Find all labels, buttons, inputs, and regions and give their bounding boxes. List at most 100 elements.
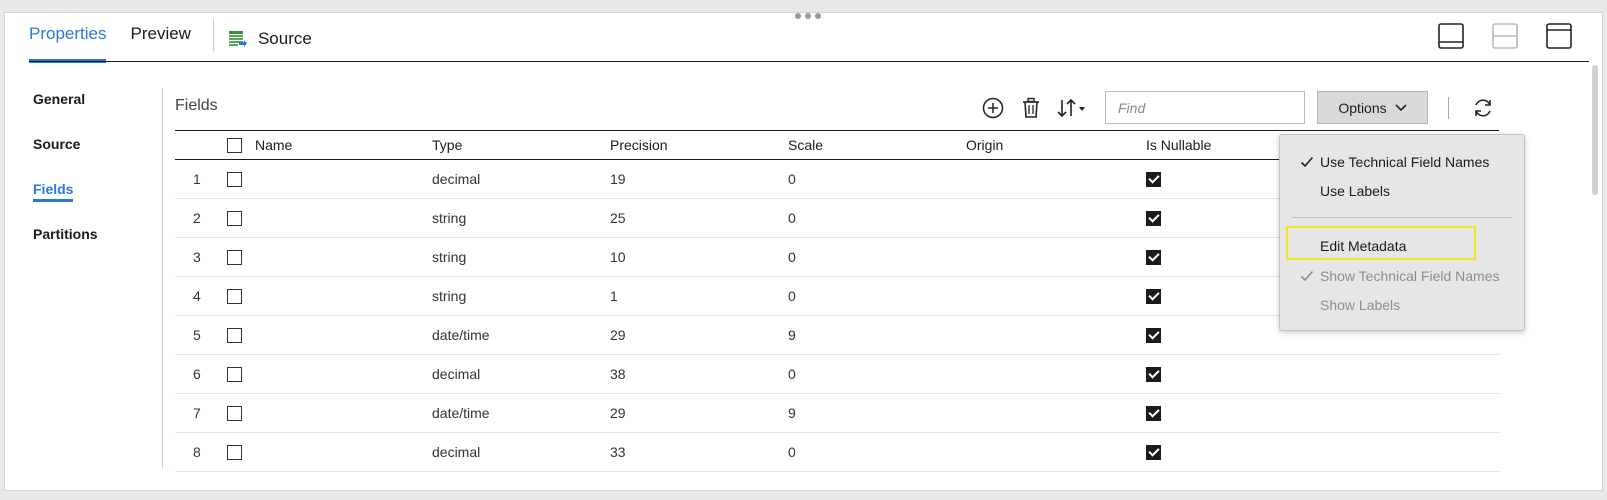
nullable-checkbox[interactable] bbox=[1146, 210, 1161, 226]
trash-icon bbox=[1023, 97, 1039, 118]
table-row[interactable]: 8 decimal 33 0 bbox=[175, 433, 1499, 472]
cell-scale[interactable]: 9 bbox=[788, 327, 966, 343]
cell-precision[interactable]: 29 bbox=[610, 327, 788, 343]
nav-partitions[interactable]: Partitions bbox=[33, 226, 98, 271]
table-row[interactable]: 6 decimal 38 0 bbox=[175, 355, 1499, 394]
layout-bottom-icon[interactable] bbox=[1438, 23, 1464, 49]
cell-precision[interactable]: 25 bbox=[610, 210, 788, 226]
options-menu: Use Technical Field Names Use Labels Edi… bbox=[1279, 134, 1525, 331]
cell-precision[interactable]: 29 bbox=[610, 405, 788, 421]
cell-type[interactable]: string bbox=[432, 210, 610, 226]
tab-source[interactable]: Source bbox=[228, 15, 312, 63]
nav-general[interactable]: General bbox=[33, 91, 98, 136]
resize-grip[interactable] bbox=[795, 13, 821, 19]
cell-scale[interactable]: 0 bbox=[788, 288, 966, 304]
header-divider bbox=[29, 61, 1589, 62]
menu-show-technical-field-names: Show Technical Field Names bbox=[1320, 268, 1500, 284]
menu-use-labels[interactable]: Use Labels bbox=[1320, 180, 1390, 202]
refresh-button[interactable] bbox=[1469, 94, 1497, 122]
row-checkbox[interactable] bbox=[227, 405, 242, 421]
col-nullable[interactable]: Is Nullable bbox=[1144, 137, 1294, 153]
nav-fields[interactable]: Fields bbox=[33, 181, 98, 226]
cell-precision[interactable]: 38 bbox=[610, 366, 788, 382]
cell-scale[interactable]: 0 bbox=[788, 249, 966, 265]
check-icon bbox=[1300, 156, 1314, 168]
cell-type[interactable]: decimal bbox=[432, 366, 610, 382]
section-title: Fields bbox=[175, 97, 218, 114]
tab-source-label: Source bbox=[257, 29, 312, 48]
row-checkbox[interactable] bbox=[227, 444, 242, 460]
nullable-checkbox[interactable] bbox=[1146, 366, 1161, 382]
select-all-checkbox[interactable] bbox=[227, 137, 242, 153]
tab-divider bbox=[212, 19, 214, 51]
tab-properties[interactable]: Properties bbox=[29, 15, 107, 63]
table-row[interactable]: 7 date/time 29 9 bbox=[175, 394, 1499, 433]
properties-panel: Properties Preview Source General Source… bbox=[4, 12, 1603, 491]
layout-maximize-icon[interactable] bbox=[1546, 23, 1572, 49]
row-checkbox[interactable] bbox=[227, 249, 242, 265]
layout-controls bbox=[1438, 23, 1572, 49]
chevron-down-icon bbox=[1395, 103, 1407, 111]
cell-type[interactable]: string bbox=[432, 288, 610, 304]
row-number: 4 bbox=[193, 288, 201, 304]
row-number: 5 bbox=[193, 327, 201, 343]
row-number: 1 bbox=[193, 171, 201, 187]
tab-preview[interactable]: Preview bbox=[130, 15, 190, 63]
menu-use-technical-field-names[interactable]: Use Technical Field Names bbox=[1320, 151, 1489, 173]
col-scale[interactable]: Scale bbox=[788, 137, 966, 153]
row-checkbox[interactable] bbox=[227, 171, 242, 187]
col-precision[interactable]: Precision bbox=[610, 137, 788, 153]
cell-precision[interactable]: 19 bbox=[610, 171, 788, 187]
nullable-checkbox[interactable] bbox=[1146, 249, 1161, 265]
sort-button[interactable] bbox=[1055, 94, 1089, 122]
fields-toolbar: Options bbox=[979, 91, 1507, 124]
cell-scale[interactable]: 0 bbox=[788, 366, 966, 382]
menu-show-labels: Show Labels bbox=[1320, 297, 1401, 313]
row-number: 2 bbox=[193, 210, 201, 226]
cell-type[interactable]: date/time bbox=[432, 405, 610, 421]
cell-precision[interactable]: 33 bbox=[610, 444, 788, 460]
nullable-checkbox[interactable] bbox=[1146, 444, 1161, 460]
cell-precision[interactable]: 1 bbox=[610, 288, 788, 304]
row-number: 6 bbox=[193, 366, 201, 382]
col-origin[interactable]: Origin bbox=[966, 137, 1144, 153]
layout-split-icon bbox=[1492, 23, 1518, 49]
cell-type[interactable]: date/time bbox=[432, 327, 610, 343]
col-type[interactable]: Type bbox=[432, 137, 610, 153]
row-checkbox[interactable] bbox=[227, 288, 242, 304]
nav-divider bbox=[162, 88, 163, 468]
cell-type[interactable]: decimal bbox=[432, 444, 610, 460]
options-button[interactable]: Options bbox=[1317, 91, 1428, 124]
cell-scale[interactable]: 0 bbox=[788, 210, 966, 226]
header-tabs: Properties Preview Source bbox=[29, 13, 312, 63]
menu-divider bbox=[1292, 217, 1512, 218]
row-checkbox[interactable] bbox=[227, 327, 242, 343]
col-name[interactable]: Name bbox=[255, 137, 432, 153]
check-icon-disabled bbox=[1300, 270, 1314, 282]
refresh-icon bbox=[1475, 98, 1491, 117]
cell-type[interactable]: decimal bbox=[432, 171, 610, 187]
nullable-checkbox[interactable] bbox=[1146, 327, 1161, 343]
cell-type[interactable]: string bbox=[432, 249, 610, 265]
row-checkbox[interactable] bbox=[227, 210, 242, 226]
nullable-checkbox[interactable] bbox=[1146, 171, 1161, 187]
menu-edit-metadata[interactable]: Edit Metadata bbox=[1320, 235, 1406, 257]
row-number: 7 bbox=[193, 405, 201, 421]
nullable-checkbox[interactable] bbox=[1146, 288, 1161, 304]
delete-field-button[interactable] bbox=[1017, 94, 1045, 122]
options-label: Options bbox=[1338, 99, 1387, 116]
side-nav: General Source Fields Partitions bbox=[33, 91, 98, 271]
sort-arrows-icon bbox=[1057, 98, 1085, 117]
cell-precision[interactable]: 10 bbox=[610, 249, 788, 265]
cell-scale[interactable]: 9 bbox=[788, 405, 966, 421]
nullable-checkbox[interactable] bbox=[1146, 405, 1161, 421]
nav-source[interactable]: Source bbox=[33, 136, 98, 181]
add-field-button[interactable] bbox=[979, 94, 1007, 122]
cell-scale[interactable]: 0 bbox=[788, 171, 966, 187]
find-input[interactable] bbox=[1105, 91, 1305, 124]
cell-scale[interactable]: 0 bbox=[788, 444, 966, 460]
row-checkbox[interactable] bbox=[227, 366, 242, 382]
add-circle-icon bbox=[982, 97, 1004, 118]
table-source-icon bbox=[228, 31, 247, 47]
vertical-scrollbar[interactable] bbox=[1592, 65, 1598, 195]
